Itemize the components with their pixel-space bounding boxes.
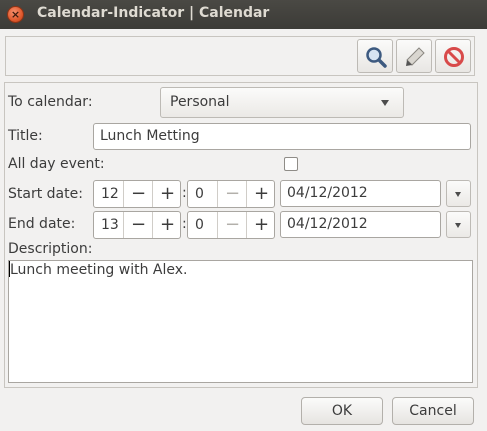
- start-minute-spinner[interactable]: 0 − +: [187, 180, 275, 208]
- start-date-input[interactable]: 04/12/2012: [280, 180, 441, 207]
- time-separator: :: [182, 216, 187, 232]
- search-icon: [366, 47, 387, 68]
- end-date-value: 04/12/2012: [287, 216, 368, 232]
- all-day-label: All day event:: [8, 156, 105, 172]
- to-calendar-label: To calendar:: [8, 94, 93, 110]
- end-date-picker-button[interactable]: [446, 211, 471, 238]
- start-date-value: 04/12/2012: [287, 185, 368, 201]
- end-date-input[interactable]: 04/12/2012: [280, 211, 441, 238]
- calendar-select-value: Personal: [170, 94, 230, 110]
- end-hour-value: 13: [101, 217, 119, 233]
- start-minute-increment[interactable]: +: [246, 181, 276, 207]
- start-date-label: Start date:: [8, 186, 83, 202]
- end-minute-increment[interactable]: +: [246, 212, 276, 238]
- chevron-down-icon: [455, 192, 461, 197]
- ok-button[interactable]: OK: [301, 397, 383, 425]
- end-minute-decrement[interactable]: −: [217, 212, 247, 238]
- window-close-button[interactable]: ×: [7, 6, 24, 23]
- end-hour-spinner[interactable]: 13 − +: [93, 211, 181, 239]
- start-hour-decrement[interactable]: −: [123, 181, 153, 207]
- edit-pencil-icon: [406, 47, 425, 66]
- start-minute-value: 0: [195, 186, 204, 202]
- title-input-value: Lunch Metting: [100, 128, 200, 144]
- end-hour-increment[interactable]: +: [152, 212, 182, 238]
- window-title: Calendar-Indicator | Calendar: [37, 5, 270, 21]
- description-text: Lunch meeting with Alex.: [10, 262, 188, 278]
- all-day-checkbox[interactable]: [284, 157, 298, 171]
- title-bar: × Calendar-Indicator | Calendar: [0, 0, 487, 29]
- toolbar: [5, 36, 475, 76]
- search-button[interactable]: [357, 39, 393, 73]
- cancel-button[interactable]: Cancel: [392, 397, 474, 425]
- start-date-picker-button[interactable]: [446, 180, 471, 207]
- start-hour-spinner[interactable]: 12 − +: [93, 180, 181, 208]
- end-date-label: End date:: [8, 216, 76, 232]
- end-minute-spinner[interactable]: 0 − +: [187, 211, 275, 239]
- calendar-dialog: × Calendar-Indicator | Calendar To calen…: [0, 0, 487, 431]
- description-textarea[interactable]: Lunch meeting with Alex.: [8, 260, 473, 383]
- start-minute-decrement[interactable]: −: [217, 181, 247, 207]
- description-label: Description:: [8, 241, 93, 257]
- title-input[interactable]: Lunch Metting: [93, 123, 471, 150]
- delete-no-icon: [444, 47, 464, 67]
- chevron-down-icon: [455, 223, 461, 228]
- start-hour-value: 12: [101, 186, 119, 202]
- end-hour-decrement[interactable]: −: [123, 212, 153, 238]
- time-separator: :: [182, 185, 187, 201]
- end-minute-value: 0: [195, 217, 204, 233]
- title-label: Title:: [8, 128, 43, 144]
- chevron-down-icon: [381, 100, 389, 106]
- calendar-select[interactable]: Personal: [160, 87, 404, 118]
- start-hour-increment[interactable]: +: [152, 181, 182, 207]
- delete-button[interactable]: [435, 39, 471, 73]
- edit-button[interactable]: [396, 39, 432, 73]
